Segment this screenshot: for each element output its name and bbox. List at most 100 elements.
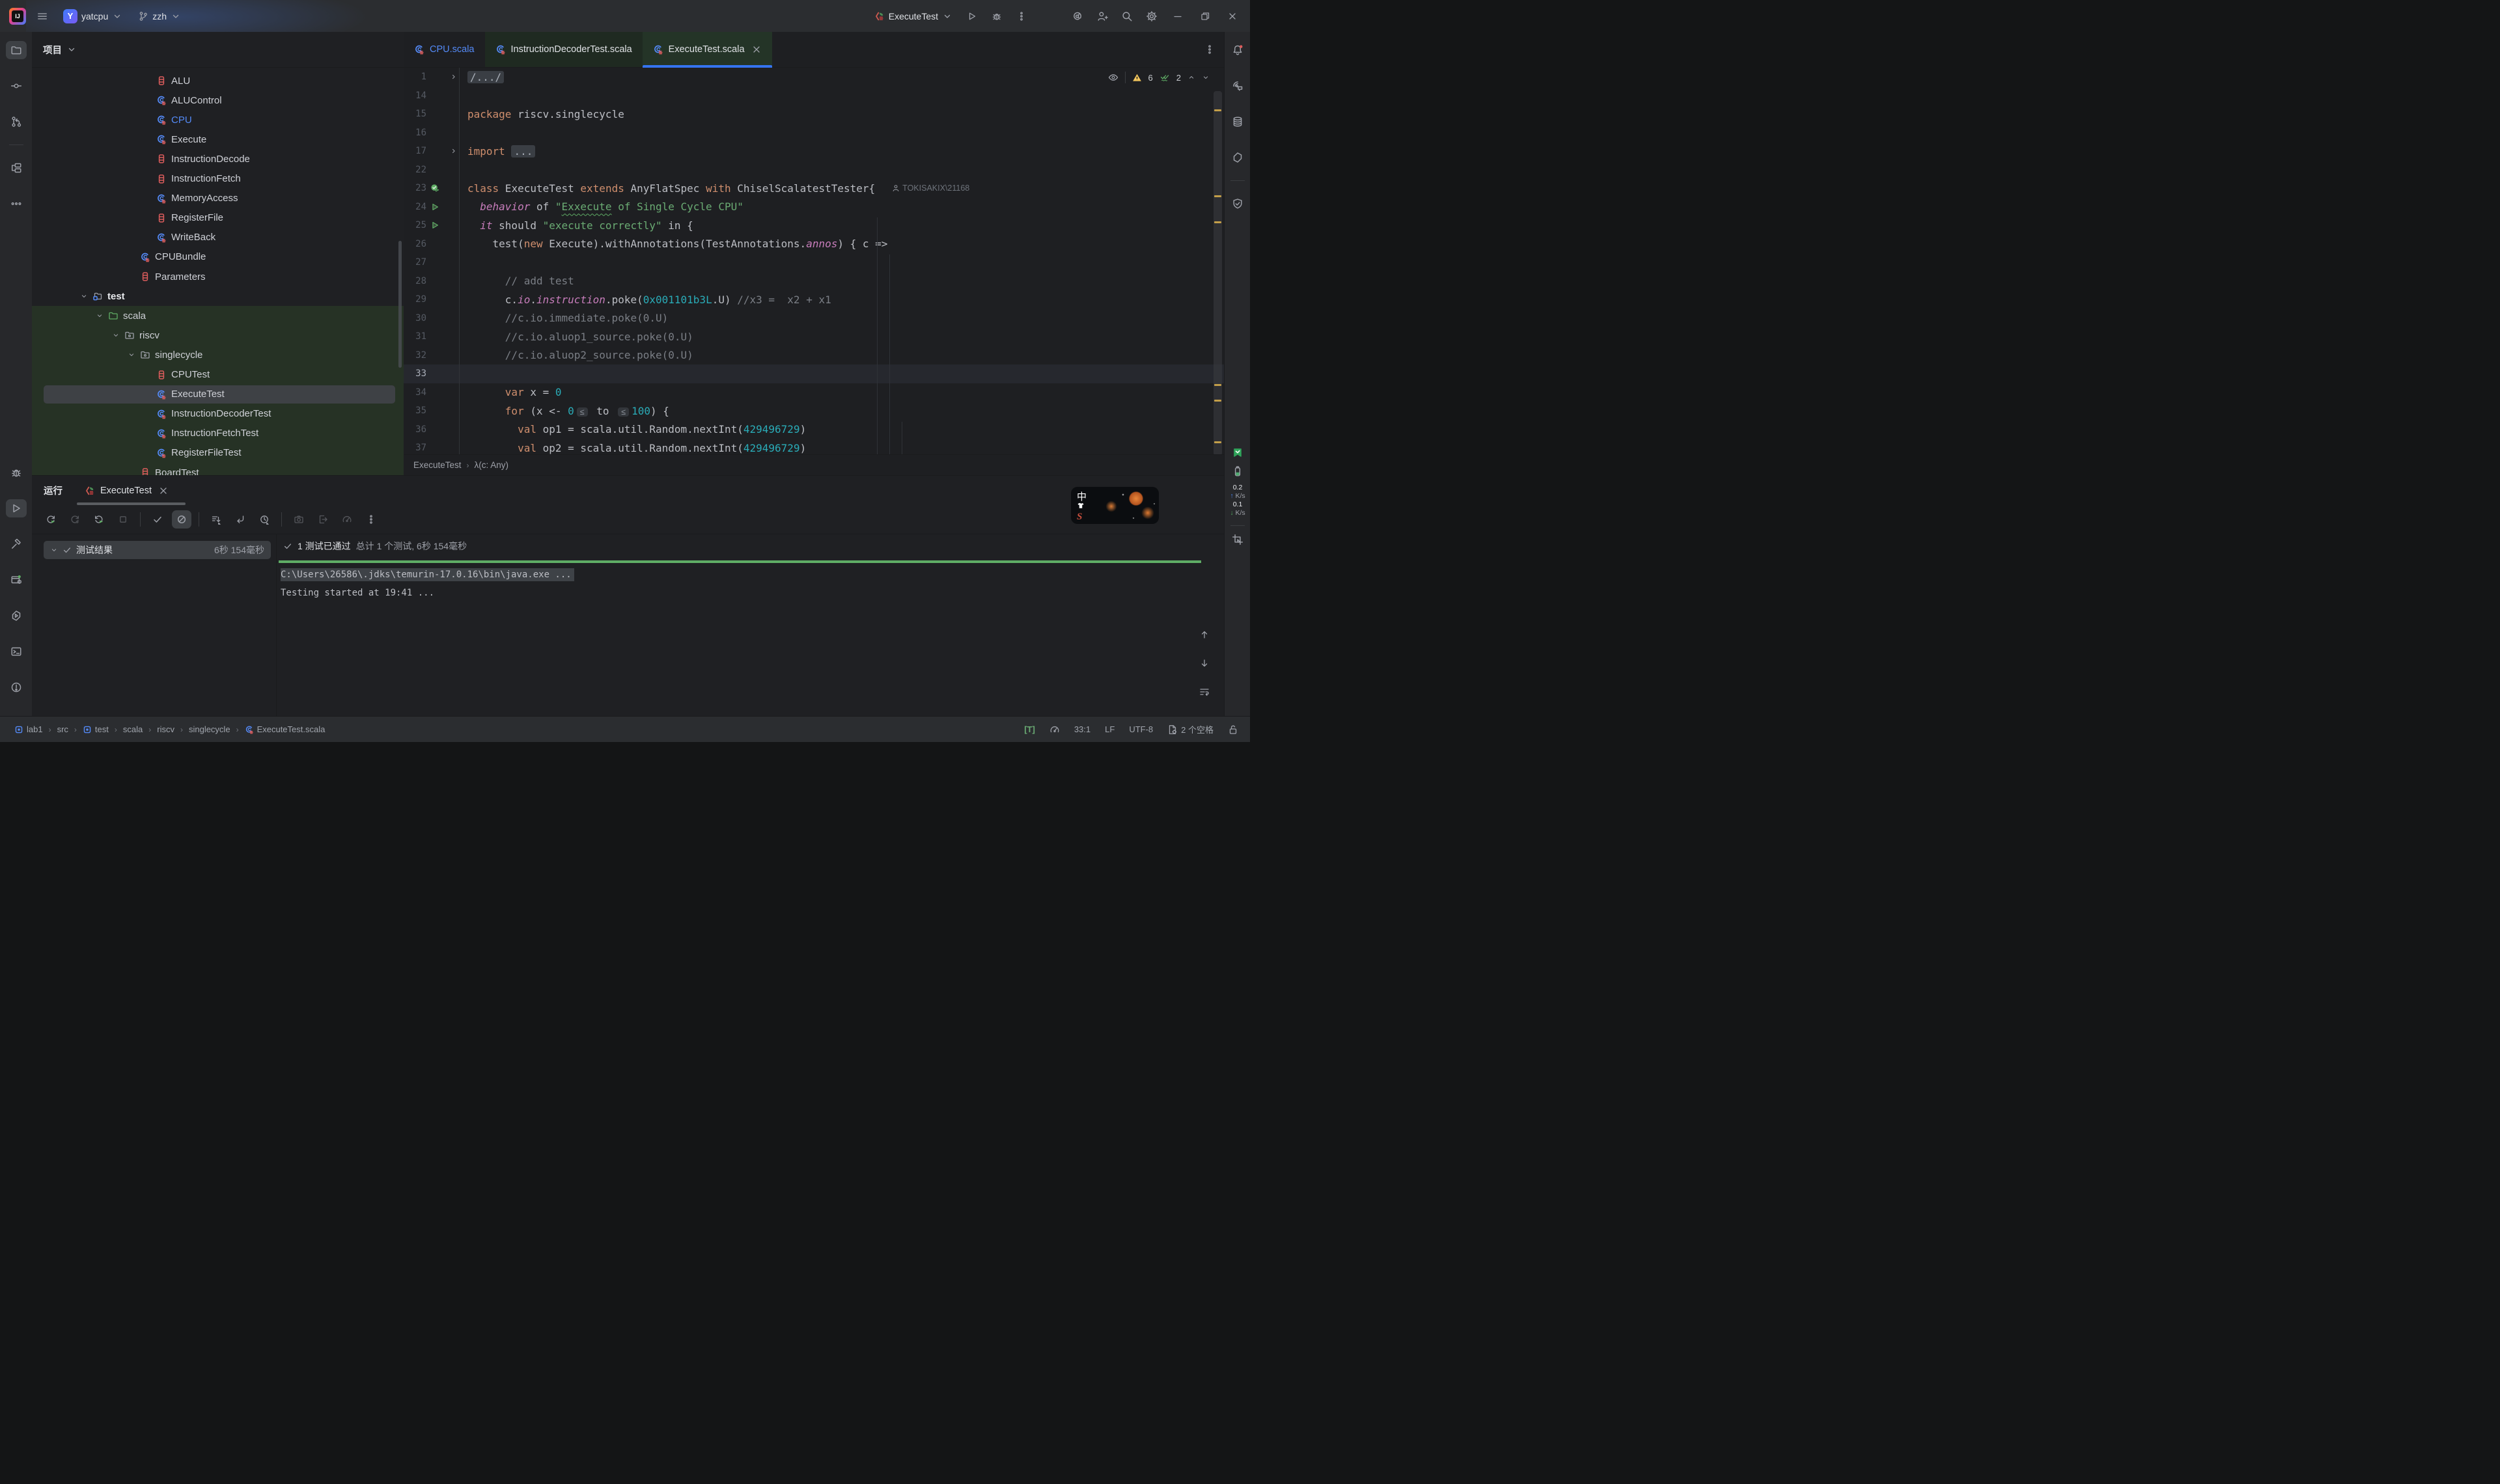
tree-item-singlecycle[interactable]: singlecycle <box>32 345 404 364</box>
rerun-failed-tests-button[interactable] <box>65 510 85 529</box>
services-tool-window-button[interactable] <box>6 571 27 589</box>
code-line-26[interactable]: 26 test(new Execute).withAnnotations(Tes… <box>404 235 1224 254</box>
warning-stripe-mark[interactable] <box>1214 109 1221 111</box>
tab-cpu-scala[interactable]: CPU.scala <box>404 32 485 67</box>
code-line-37[interactable]: 37 val op2 = scala.util.Random.nextInt(4… <box>404 439 1224 454</box>
screenshot-button[interactable] <box>289 510 309 529</box>
show-passed-button[interactable] <box>148 510 167 529</box>
notifications-button[interactable] <box>1227 41 1248 59</box>
folded-region[interactable]: ... <box>511 145 535 158</box>
terminal-tool-window-button[interactable] <box>6 642 27 661</box>
more-tool-windows-button[interactable] <box>6 195 27 213</box>
tree-item-writeback[interactable]: WriteBack <box>32 228 404 247</box>
close-tab-icon[interactable] <box>751 44 762 55</box>
screenshot-crop-icon[interactable] <box>1232 534 1243 545</box>
tree-item-alucontrol[interactable]: ALUControl <box>32 90 404 110</box>
run-gutter-icon[interactable] <box>430 221 439 230</box>
tree-item-executetest[interactable]: ExecuteTest <box>32 385 404 404</box>
test-results-pane[interactable]: 测试结果 6秒 154毫秒 <box>32 534 277 717</box>
close-button[interactable] <box>1221 7 1243 26</box>
toggle-auto-rerun-button[interactable] <box>89 510 109 529</box>
run-gutter-icon[interactable] <box>430 202 439 212</box>
tree-item-scala[interactable]: scala <box>32 306 404 325</box>
restore-button[interactable] <box>1194 7 1216 26</box>
encoding-widget[interactable]: UTF-8 <box>1129 724 1153 734</box>
caret-position-widget[interactable]: 33:1 <box>1074 724 1090 734</box>
run-button[interactable] <box>962 7 982 26</box>
warning-stripe-mark[interactable] <box>1214 400 1221 402</box>
folded-region[interactable]: /.../ <box>467 71 504 83</box>
code-line-28[interactable]: 28 // add test <box>404 272 1224 291</box>
project-widget[interactable]: Y yatcpu <box>59 6 127 27</box>
status-breadcrumb-scala[interactable]: scala <box>123 724 143 734</box>
status-breadcrumb-src[interactable]: src <box>57 724 68 734</box>
code-with-me-button[interactable] <box>1092 7 1112 26</box>
more-actions-button[interactable] <box>1012 7 1031 26</box>
build-tool-window-button[interactable] <box>6 535 27 553</box>
problems-tool-window-button[interactable] <box>6 678 27 696</box>
chevron-down-icon[interactable] <box>96 312 104 320</box>
debug-button[interactable] <box>987 7 1007 26</box>
chevron-down-icon[interactable] <box>112 331 120 339</box>
more-options-button[interactable] <box>361 510 381 529</box>
status-breadcrumb-singlecycle[interactable]: singlecycle <box>189 724 230 734</box>
import-test-results-button[interactable] <box>313 510 333 529</box>
fold-arrow-icon[interactable] <box>450 73 458 81</box>
sort-by-order-button[interactable] <box>206 510 226 529</box>
code-line-29[interactable]: 29 c.io.instruction.poke(0x001101b3L.U) … <box>404 290 1224 309</box>
translation-plugin-badge[interactable]: [T] <box>1024 724 1035 734</box>
scroll-up-button[interactable] <box>1194 625 1215 644</box>
profiler-tool-window-button[interactable] <box>6 607 27 625</box>
warning-stripe-mark[interactable] <box>1214 441 1221 443</box>
code-line-17[interactable]: 17import ... <box>404 142 1224 161</box>
sbt-tool-window-button[interactable] <box>1227 148 1248 167</box>
code-line-16[interactable]: 16 <box>404 124 1224 143</box>
status-breadcrumb-executetest.scala[interactable]: ExecuteTest.scala <box>245 724 326 734</box>
code-line-30[interactable]: 30 //c.io.immediate.poke(0.U) <box>404 309 1224 328</box>
code-line-25[interactable]: 25 it should "execute correctly" in { <box>404 216 1224 235</box>
tree-item-registerfiletest[interactable]: RegisterFileTest <box>32 443 404 463</box>
tree-item-instructionfetch[interactable]: InstructionFetch <box>32 169 404 189</box>
pull-requests-tool-window-button[interactable] <box>6 113 27 131</box>
code-line-27[interactable]: 27 <box>404 253 1224 272</box>
green-badge-icon[interactable] <box>1232 447 1243 459</box>
security-tool-window-button[interactable] <box>1227 195 1248 213</box>
navigate-with-single-click-button[interactable] <box>230 510 250 529</box>
editor-scrollbar[interactable] <box>1212 68 1224 454</box>
code-line-34[interactable]: 34 var x = 0 <box>404 383 1224 402</box>
structure-tool-window-button[interactable] <box>6 159 27 177</box>
tree-item-cputest[interactable]: CPUTest <box>32 365 404 385</box>
tab-instructiondecodertest-scala[interactable]: InstructionDecoderTest.scala <box>485 32 643 67</box>
code-line-22[interactable]: 22 <box>404 161 1224 180</box>
tree-item-instructiondecodertest[interactable]: InstructionDecoderTest <box>32 404 404 424</box>
show-ignored-button[interactable] <box>172 510 191 529</box>
project-tree[interactable]: ALUALUControlCPUExecuteInstructionDecode… <box>32 68 404 475</box>
line-separator-widget[interactable]: LF <box>1105 724 1115 734</box>
tree-item-instructiondecode[interactable]: InstructionDecode <box>32 149 404 169</box>
commit-tool-window-button[interactable] <box>6 77 27 95</box>
warning-stripe-mark[interactable] <box>1214 221 1221 223</box>
tree-item-test[interactable]: test <box>32 286 404 306</box>
breadcrumb-class[interactable]: ExecuteTest <box>413 460 462 470</box>
run-tool-window-button[interactable] <box>6 499 27 517</box>
run-tab-executetest[interactable]: ExecuteTest <box>85 476 169 505</box>
rerun-button[interactable] <box>41 510 61 529</box>
code-editor[interactable]: 1/.../1415package riscv.singlecycle1617i… <box>404 68 1224 454</box>
fold-arrow-icon[interactable] <box>450 147 458 155</box>
inspections-widget[interactable]: 6 2 <box>1108 72 1210 83</box>
warning-stripe-mark[interactable] <box>1214 195 1221 197</box>
input-method-widget[interactable]: 中 S <box>1071 487 1159 524</box>
tree-item-registerfile[interactable]: RegisterFile <box>32 208 404 228</box>
code-line-33[interactable]: 33 <box>404 364 1224 383</box>
code-line-32[interactable]: 32 //c.io.aluop2_source.poke(0.U) <box>404 346 1224 365</box>
memory-indicator-icon[interactable] <box>1049 724 1060 735</box>
status-breadcrumb-riscv[interactable]: riscv <box>157 724 174 734</box>
run-configuration-selector[interactable]: ExecuteTest <box>870 8 957 25</box>
tree-item-cpubundle[interactable]: CPUBundle <box>32 247 404 267</box>
code-line-1[interactable]: 1/.../ <box>404 68 1224 87</box>
warning-count[interactable]: 6 <box>1148 73 1153 83</box>
status-breadcrumb-lab1[interactable]: lab1 <box>14 724 43 734</box>
passed-count[interactable]: 2 <box>1176 73 1181 83</box>
highlighting-eye-icon[interactable] <box>1108 72 1118 83</box>
search-everywhere-button[interactable] <box>1117 7 1137 26</box>
